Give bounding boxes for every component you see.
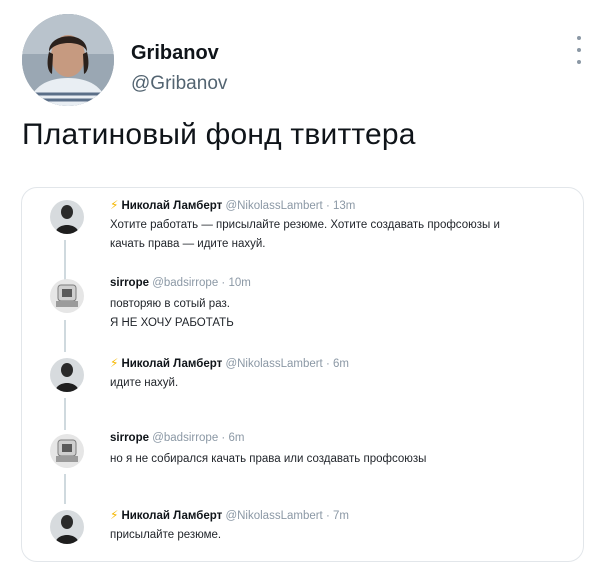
reply-author-name[interactable]: Николай Ламберт xyxy=(121,200,222,212)
reply-time[interactable]: · 6m xyxy=(221,432,244,444)
reply-author-name[interactable]: Николай Ламберт xyxy=(121,358,222,370)
author-name[interactable]: Gribanov xyxy=(131,42,219,65)
tweet-text: Платиновый фонд твиттера xyxy=(22,118,416,151)
reply-header: ⚡ Николай Ламберт @NikolassLambert · 13m xyxy=(110,198,355,212)
reply-text-line: присылайте резюме. xyxy=(110,529,222,541)
reply-author-handle[interactable]: @NikolassLambert xyxy=(225,510,322,522)
embedded-screenshot: ⚡ Николай Ламберт @NikolassLambert · 13m … xyxy=(21,187,584,562)
thread-reply: ⚡ Николай Ламберт @NikolassLambert · 7m п… xyxy=(36,508,571,556)
reply-author-name[interactable]: Николай Ламберт xyxy=(121,510,222,522)
author-handle[interactable]: @Gribanov xyxy=(131,73,227,95)
reply-text: Хотите работать — присылайте резюме. Хот… xyxy=(110,216,570,254)
reply-avatar[interactable] xyxy=(50,358,84,392)
reply-text: повторяю в сотый раз. Я НЕ ХОЧУ РАБОТАТЬ xyxy=(110,295,570,333)
reply-text-line: идите нахуй. xyxy=(110,377,179,389)
reply-author-handle[interactable]: @NikolassLambert xyxy=(225,200,322,212)
reply-header: sirrope @badsirrope · 10m xyxy=(110,277,251,289)
reply-time[interactable]: · 13m xyxy=(326,200,355,212)
reply-avatar[interactable] xyxy=(50,434,84,468)
reply-avatar[interactable] xyxy=(50,279,84,313)
lightning-icon: ⚡ xyxy=(110,356,119,370)
reply-time[interactable]: · 10m xyxy=(221,277,250,289)
reply-avatar[interactable] xyxy=(50,200,84,234)
reply-header: sirrope @badsirrope · 6m xyxy=(110,432,244,444)
reply-time[interactable]: · 6m xyxy=(326,358,349,370)
reply-text-line: повторяю в сотый раз. xyxy=(110,298,230,310)
reply-author-handle[interactable]: @badsirrope xyxy=(152,277,218,289)
reply-header: ⚡ Николай Ламберт @NikolassLambert · 7m xyxy=(110,508,349,522)
tweet-header: Gribanov @Gribanov xyxy=(22,14,590,109)
thread-reply: ⚡ Николай Ламберт @NikolassLambert · 6m и… xyxy=(36,356,571,404)
reply-text-line: Я НЕ ХОЧУ РАБОТАТЬ xyxy=(110,317,234,329)
lightning-icon: ⚡ xyxy=(110,198,119,212)
reply-author-handle[interactable]: @NikolassLambert xyxy=(225,358,322,370)
reply-header: ⚡ Николай Ламберт @NikolassLambert · 6m xyxy=(110,356,349,370)
reply-time[interactable]: · 7m xyxy=(326,510,349,522)
reply-author-handle[interactable]: @badsirrope xyxy=(152,432,218,444)
lightning-icon: ⚡ xyxy=(110,508,119,522)
more-options-icon[interactable] xyxy=(574,36,584,64)
reply-text-line: Хотите работать — присылайте резюме. Хот… xyxy=(110,219,500,231)
reply-author-name[interactable]: sirrope xyxy=(110,277,149,289)
reply-author-name[interactable]: sirrope xyxy=(110,432,149,444)
reply-text-line: качать права — идите нахуй. xyxy=(110,238,266,250)
reply-text: но я не собирался качать права или созда… xyxy=(110,450,570,469)
thread-reply: ⚡ Николай Ламберт @NikolassLambert · 13m … xyxy=(36,198,571,268)
reply-text: идите нахуй. xyxy=(110,374,570,393)
reply-text: присылайте резюме. xyxy=(110,526,570,545)
reply-avatar[interactable] xyxy=(50,510,84,544)
author-photo xyxy=(22,14,114,106)
author-avatar[interactable] xyxy=(22,14,114,106)
thread-reply: sirrope @badsirrope · 6m но я не собирал… xyxy=(36,432,571,480)
reply-text-line: но я не собирался качать права или созда… xyxy=(110,453,427,465)
thread-reply: sirrope @badsirrope · 10m повторяю в сот… xyxy=(36,277,571,341)
